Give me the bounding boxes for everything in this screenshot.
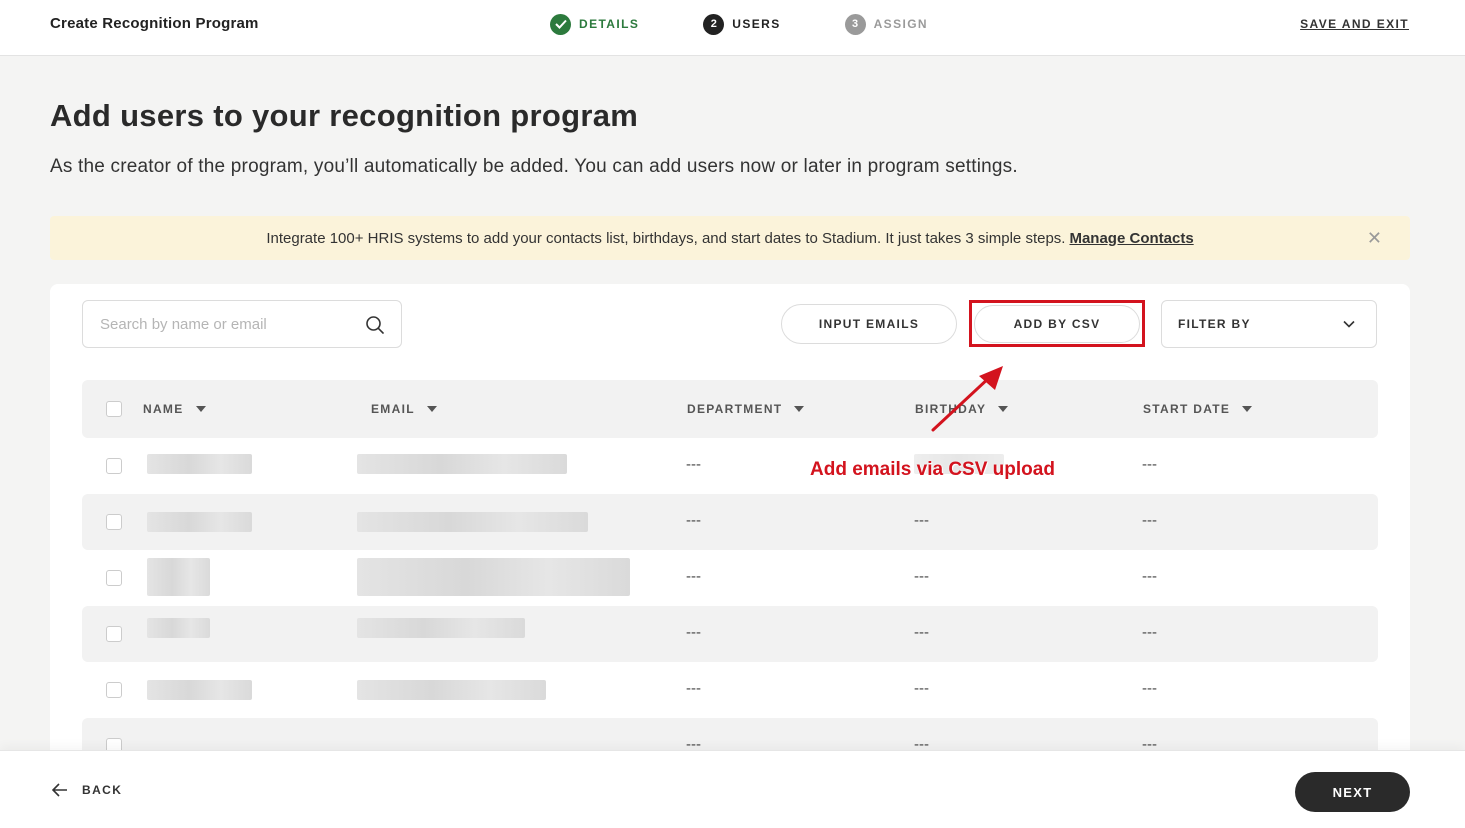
table-row[interactable]: --- --- --- — [82, 494, 1378, 550]
redacted-email — [357, 558, 630, 596]
redacted-name — [147, 680, 252, 700]
step-users[interactable]: 2 USERS — [703, 13, 780, 35]
department-cell: --- — [686, 568, 701, 585]
department-cell: --- — [686, 680, 701, 697]
step-details[interactable]: DETAILS — [550, 13, 639, 35]
footer-bar: BACK NEXT — [0, 750, 1465, 828]
column-email-label: EMAIL — [371, 402, 415, 416]
app-title: Create Recognition Program — [50, 15, 259, 32]
start-date-cell: --- — [1142, 512, 1157, 529]
select-all-checkbox[interactable] — [106, 401, 122, 417]
save-and-exit-link[interactable]: SAVE AND EXIT — [1300, 17, 1409, 31]
row-checkbox[interactable] — [106, 514, 122, 530]
redacted-name — [147, 454, 252, 474]
page-title: Add users to your recognition program — [50, 98, 639, 133]
column-department-label: DEPARTMENT — [687, 402, 783, 416]
stepper: DETAILS 2 USERS 3 ASSIGN — [550, 13, 992, 35]
table-row[interactable]: --- --- --- — [82, 662, 1378, 718]
manage-contacts-link[interactable]: Manage Contacts — [1069, 230, 1193, 247]
department-cell: --- — [686, 512, 701, 529]
back-button[interactable]: BACK — [52, 783, 122, 797]
step-users-number: 2 — [703, 13, 725, 35]
search-box — [82, 300, 402, 348]
top-bar: Create Recognition Program DETAILS 2 USE… — [0, 0, 1465, 56]
redacted-name — [147, 618, 210, 638]
back-label: BACK — [82, 783, 123, 797]
step-assign-label: ASSIGN — [873, 17, 929, 31]
column-email[interactable]: EMAIL — [371, 402, 437, 416]
table-row[interactable]: --- --- — [82, 438, 1378, 494]
department-cell: --- — [686, 456, 701, 473]
filter-by-dropdown[interactable]: FILTER BY — [1161, 300, 1377, 348]
sort-caret-icon — [1242, 406, 1253, 412]
redacted-email — [357, 618, 525, 638]
redacted-name — [147, 512, 252, 532]
birthday-cell: --- — [914, 512, 929, 529]
birthday-cell: --- — [914, 568, 929, 585]
redacted-email — [357, 512, 588, 532]
redacted-email — [357, 680, 546, 700]
page-subtitle: As the creator of the program, you’ll au… — [50, 156, 1018, 177]
column-department[interactable]: DEPARTMENT — [687, 402, 805, 416]
add-by-csv-button[interactable]: ADD BY CSV — [974, 304, 1140, 343]
filter-by-label: FILTER BY — [1178, 317, 1251, 331]
column-name-label: NAME — [143, 402, 184, 416]
department-cell: --- — [686, 624, 701, 641]
sort-caret-icon — [195, 406, 206, 412]
start-date-cell: --- — [1142, 624, 1157, 641]
sort-caret-icon — [794, 406, 805, 412]
add-by-csv-highlight: ADD BY CSV — [969, 300, 1145, 347]
column-name[interactable]: NAME — [143, 402, 206, 416]
hris-banner: Integrate 100+ HRIS systems to add your … — [50, 216, 1410, 260]
column-start-date-label: START DATE — [1143, 402, 1231, 416]
users-card: INPUT EMAILS ADD BY CSV FILTER BY NAME E… — [50, 284, 1410, 804]
redacted-name — [147, 558, 210, 596]
row-checkbox[interactable] — [106, 626, 122, 642]
table-row[interactable]: --- --- --- — [82, 550, 1378, 606]
close-icon[interactable]: ✕ — [1367, 228, 1382, 249]
start-date-cell: --- — [1142, 680, 1157, 697]
row-checkbox[interactable] — [106, 682, 122, 698]
sort-caret-icon — [426, 406, 437, 412]
annotation-arrow-icon — [931, 366, 1003, 432]
arrow-left-icon — [52, 783, 67, 797]
start-date-cell: --- — [1142, 568, 1157, 585]
row-checkbox[interactable] — [106, 570, 122, 586]
table-header: NAME EMAIL DEPARTMENT BIRTHDAY START DAT… — [82, 380, 1378, 438]
input-emails-button[interactable]: INPUT EMAILS — [781, 304, 957, 344]
table-row[interactable]: --- --- --- — [82, 606, 1378, 662]
step-assign-number: 3 — [844, 13, 866, 35]
next-button[interactable]: NEXT — [1295, 772, 1410, 812]
search-input[interactable] — [84, 302, 354, 346]
annotation-label: Add emails via CSV upload — [810, 459, 1055, 480]
redacted-email — [357, 454, 567, 474]
start-date-cell: --- — [1142, 456, 1157, 473]
step-details-label: DETAILS — [579, 17, 640, 31]
column-start-date[interactable]: START DATE — [1143, 402, 1253, 416]
step-users-label: USERS — [732, 17, 781, 31]
step-assign[interactable]: 3 ASSIGN — [844, 13, 929, 35]
banner-text: Integrate 100+ HRIS systems to add your … — [266, 229, 1066, 247]
birthday-cell: --- — [914, 680, 929, 697]
birthday-cell: --- — [914, 624, 929, 641]
search-icon[interactable] — [365, 315, 385, 335]
chevron-down-icon — [1343, 320, 1355, 328]
row-checkbox[interactable] — [106, 458, 122, 474]
check-icon — [550, 13, 571, 35]
